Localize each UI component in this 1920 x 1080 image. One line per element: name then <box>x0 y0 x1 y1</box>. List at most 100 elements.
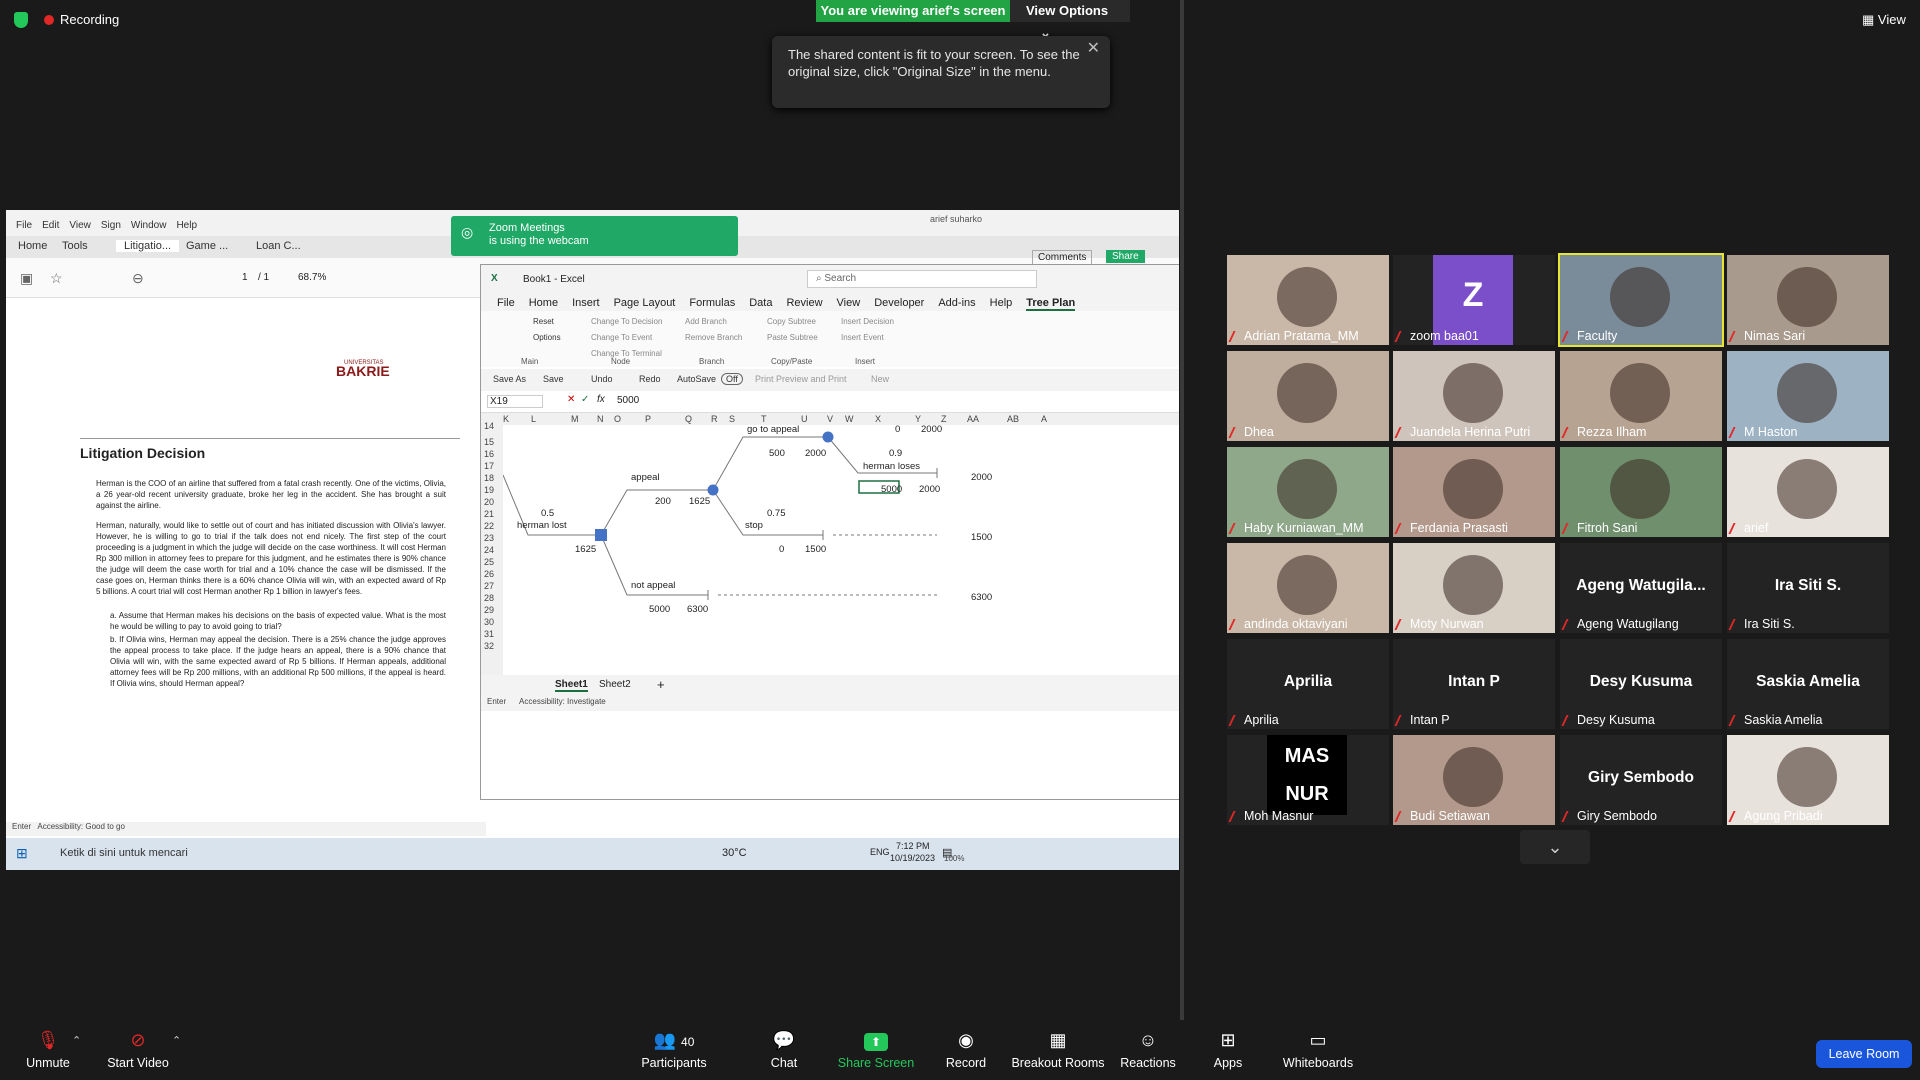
muted-mic-icon <box>1228 714 1243 726</box>
participant-silhouette <box>1443 459 1503 519</box>
participant-tile[interactable]: Nimas Sari <box>1727 255 1889 345</box>
participant-name: Ferdania Prasasti <box>1410 521 1508 535</box>
share-screen-label: Share Screen <box>837 1056 915 1070</box>
muted-mic-icon <box>1228 810 1243 822</box>
record-button[interactable]: ◉ Record <box>918 1030 1014 1070</box>
audio-options-chevron-icon[interactable]: ⌃ <box>72 1034 81 1047</box>
muted-mic-icon <box>1394 618 1409 630</box>
participant-name-tag: andinda oktaviyani <box>1228 617 1348 631</box>
whiteboards-button[interactable]: ▭ Whiteboards <box>1268 1030 1368 1070</box>
participant-name: Faculty <box>1577 329 1618 343</box>
participant-silhouette <box>1277 267 1337 327</box>
participant-silhouette <box>1777 363 1837 423</box>
participant-name-tag: Ferdania Prasasti <box>1394 521 1508 535</box>
participant-silhouette <box>1443 555 1503 615</box>
participant-display-name: Ageng Watugila... <box>1576 577 1706 594</box>
video-options-chevron-icon[interactable]: ⌃ <box>172 1034 181 1047</box>
muted-mic-icon <box>1394 426 1409 438</box>
participant-tile[interactable]: Budi Setiawan <box>1393 735 1555 825</box>
participant-silhouette <box>1277 555 1337 615</box>
participant-tile[interactable]: Dhea <box>1227 351 1389 441</box>
participants-label: Participants <box>641 1056 707 1070</box>
participant-name: M Haston <box>1744 425 1798 439</box>
participant-tile[interactable]: Juandela Herina Putri <box>1393 351 1555 441</box>
participant-name-tag: Juandela Herina Putri <box>1394 425 1530 439</box>
participant-tile[interactable]: Giry Sembodo Giry Sembodo <box>1560 735 1722 825</box>
participant-name-tag: Haby Kurniawan_MM <box>1228 521 1364 535</box>
participant-name: Moh Masnur <box>1244 809 1314 823</box>
muted-mic-icon <box>1228 426 1243 438</box>
participant-tile[interactable]: Ferdania Prasasti <box>1393 447 1555 537</box>
participant-silhouette <box>1777 459 1837 519</box>
participant-tile[interactable]: Saskia Amelia Saskia Amelia <box>1727 639 1889 729</box>
participant-name-tag: Rezza Ilham <box>1561 425 1646 439</box>
next-page-chevron-icon[interactable]: ⌄ <box>1520 830 1590 864</box>
participant-silhouette <box>1610 267 1670 327</box>
participant-name: Fitroh Sani <box>1577 521 1638 535</box>
muted-mic-icon <box>1561 810 1576 822</box>
chat-icon: 💬 <box>772 1030 796 1050</box>
participant-name-tag: M Haston <box>1728 425 1798 439</box>
participant-name-tag: Giry Sembodo <box>1561 809 1657 823</box>
participant-tile[interactable]: Zzoom baa01 <box>1393 255 1555 345</box>
participant-tile[interactable]: MAS NUR Moh Masnur <box>1227 735 1389 825</box>
participant-tile[interactable]: Intan P Intan P <box>1393 639 1555 729</box>
participant-name-tag: Saskia Amelia <box>1728 713 1823 727</box>
participant-name: Intan P <box>1410 713 1450 727</box>
participant-name-tag: arief <box>1728 521 1768 535</box>
participant-tile[interactable]: andinda oktaviyani <box>1227 543 1389 633</box>
participant-tile[interactable]: Haby Kurniawan_MM <box>1227 447 1389 537</box>
participant-name: Nimas Sari <box>1744 329 1806 343</box>
participant-tile[interactable]: Rezza Ilham <box>1560 351 1722 441</box>
apps-button[interactable]: ⊞ Apps <box>1180 1030 1276 1070</box>
participant-name-tag: Moh Masnur <box>1228 809 1314 823</box>
participant-name: Adrian Pratama_MM <box>1244 329 1359 343</box>
participant-name-tag: Fitroh Sani <box>1561 521 1638 535</box>
participant-tile[interactable]: Desy Kusuma Desy Kusuma <box>1560 639 1722 729</box>
apps-label: Apps <box>1213 1056 1243 1070</box>
participant-tile[interactable]: arief <box>1727 447 1889 537</box>
participant-tile[interactable]: M Haston <box>1727 351 1889 441</box>
participant-name: Desy Kusuma <box>1577 713 1655 727</box>
muted-mic-icon <box>1561 522 1576 534</box>
participant-tile[interactable]: Ira Siti S. Ira Siti S. <box>1727 543 1889 633</box>
participant-logo: MAS NUR <box>1267 735 1347 815</box>
participant-display-name: Desy Kusuma <box>1589 673 1693 690</box>
participant-name: Giry Sembodo <box>1577 809 1657 823</box>
participant-name: Haby Kurniawan_MM <box>1244 521 1364 535</box>
participant-name-tag: Aprilia <box>1228 713 1279 727</box>
participant-tile[interactable]: Faculty <box>1558 253 1724 347</box>
muted-mic-icon <box>1728 714 1743 726</box>
participant-name-tag: Faculty <box>1561 329 1618 343</box>
participant-grid: Adrian Pratama_MM Zzoom baa01 Faculty Nimas… <box>0 0 1920 1020</box>
muted-mic-icon <box>1728 330 1743 342</box>
participants-button[interactable]: 👥 40 Participants <box>626 1030 722 1070</box>
breakout-label: Breakout Rooms <box>1011 1056 1105 1070</box>
participant-tile[interactable]: Ageng Watugila... Ageng Watugilang <box>1560 543 1722 633</box>
whiteboards-label: Whiteboards <box>1282 1056 1354 1070</box>
participant-tile[interactable]: Aprilia Aprilia <box>1227 639 1389 729</box>
apps-icon: ⊞ <box>1220 1030 1236 1050</box>
participant-silhouette <box>1277 363 1337 423</box>
chat-button[interactable]: 💬 Chat <box>736 1030 832 1070</box>
participant-display-name: Aprilia <box>1283 673 1333 690</box>
share-screen-button[interactable]: ⬆ Share Screen <box>828 1030 924 1070</box>
record-label: Record <box>945 1056 987 1070</box>
participant-tile[interactable]: Fitroh Sani <box>1560 447 1722 537</box>
participant-tile[interactable]: Moty Nurwan <box>1393 543 1555 633</box>
unmute-button[interactable]: 🎙 Unmute <box>0 1030 96 1070</box>
breakout-rooms-button[interactable]: ▦ Breakout Rooms <box>1006 1030 1110 1070</box>
participant-name: Moty Nurwan <box>1410 617 1484 631</box>
muted-mic-icon <box>1561 714 1576 726</box>
participant-silhouette <box>1610 363 1670 423</box>
participant-name: zoom baa01 <box>1410 329 1479 343</box>
participant-name-tag: Desy Kusuma <box>1561 713 1655 727</box>
participant-tile[interactable]: Adrian Pratama_MM <box>1227 255 1389 345</box>
participant-name-tag: Intan P <box>1394 713 1450 727</box>
muted-mic-icon <box>1728 618 1743 630</box>
participant-display-name: Ira Siti S. <box>1774 577 1842 594</box>
muted-mic-icon <box>1228 330 1243 342</box>
participant-name: andinda oktaviyani <box>1244 617 1348 631</box>
participant-tile[interactable]: Agung Pribadi <box>1727 735 1889 825</box>
leave-room-button[interactable]: Leave Room <box>1816 1040 1912 1068</box>
